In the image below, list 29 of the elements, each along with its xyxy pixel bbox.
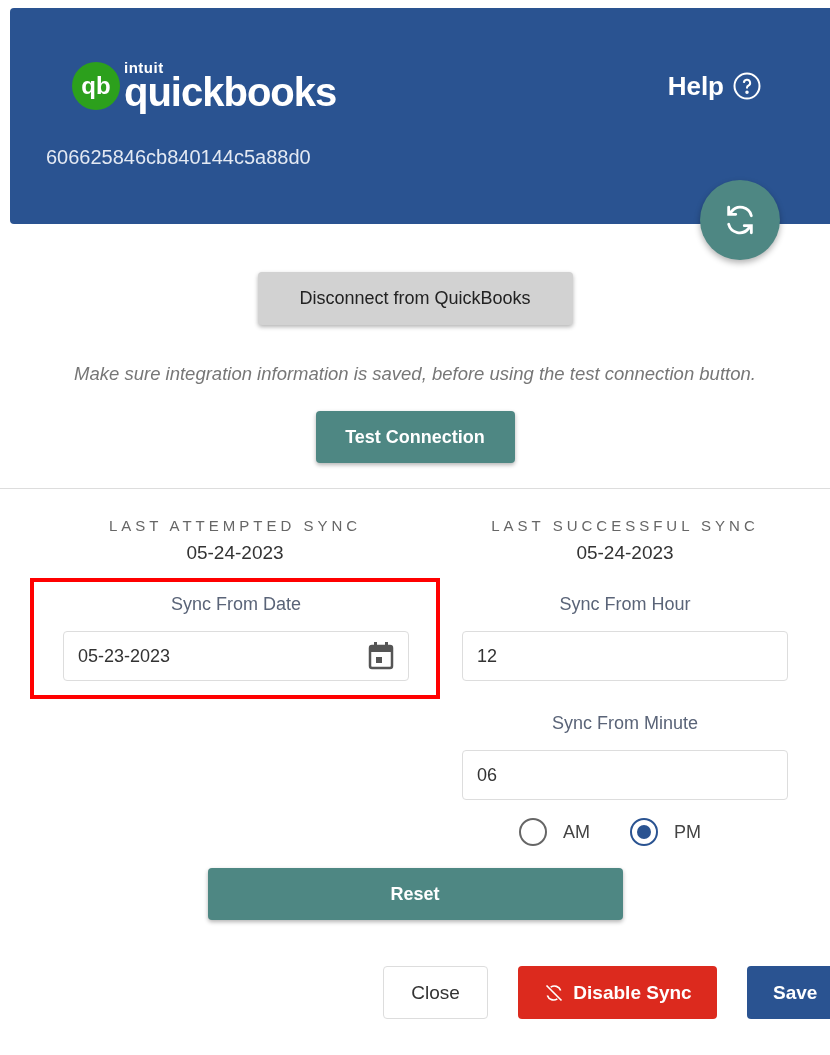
radio-button[interactable] (630, 818, 658, 846)
meridiem-option[interactable]: PM (630, 818, 701, 846)
field-label: Sync From Hour (559, 594, 691, 615)
disable-button[interactable]: Disable Sync (518, 966, 717, 1019)
test-connection-button[interactable]: Test Connection (315, 411, 515, 463)
save-button[interactable]: Save (747, 966, 830, 1019)
sync-button[interactable] (700, 180, 780, 260)
logo-brand: intuit (124, 60, 165, 75)
logo-product: quickbooks (124, 72, 337, 112)
disconnect-button[interactable]: Disconnect from QuickBooks (257, 272, 573, 325)
connection-id: 606625846cb840144c5a88d0 (46, 146, 312, 169)
reset-button[interactable]: Reset (207, 868, 623, 920)
help-link[interactable]: Help (667, 70, 724, 102)
minute-field[interactable]: 06 (462, 750, 788, 800)
info-note: Make sure integration information is saved, before using the test connection button. (74, 363, 756, 385)
calendar-icon[interactable] (368, 642, 394, 670)
field-label: Sync From Minute (551, 713, 698, 734)
sync-caption: LAST ATTEMPTED SYNC (108, 517, 362, 534)
radio-button[interactable] (519, 818, 547, 846)
hour-field[interactable]: 12 (462, 631, 788, 681)
close-button[interactable]: Close (383, 966, 488, 1019)
date-field[interactable]: 05-23-2023 (63, 631, 409, 681)
meridiem-option[interactable]: AM (519, 818, 590, 846)
help-icon[interactable] (732, 71, 762, 101)
field-label: Sync From Date (170, 594, 301, 615)
sync-caption: LAST SUCCESSFUL SYNC (491, 517, 759, 534)
logo-mark: qb (72, 62, 120, 110)
sync-date: 05-24-2023 (186, 542, 284, 564)
sync-date: 05-24-2023 (576, 542, 674, 564)
